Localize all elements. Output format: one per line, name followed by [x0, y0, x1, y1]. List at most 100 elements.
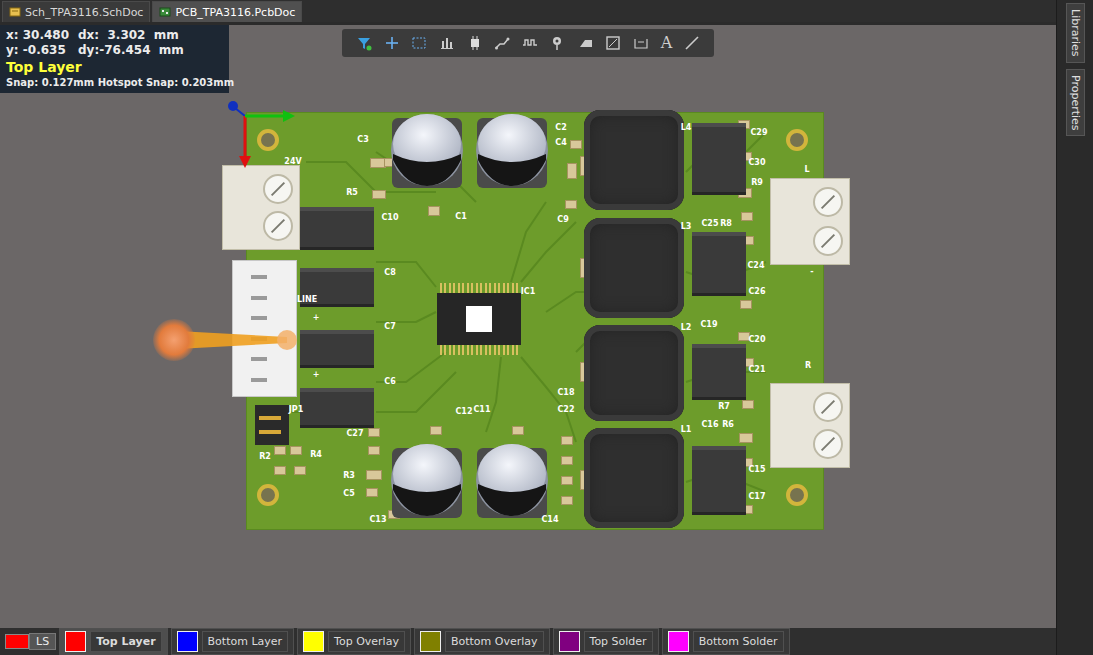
- pcb-board[interactable]: C3R5C10C1C2C4C9L4C29C30R9R8C25L3C24C26C8…: [246, 112, 824, 530]
- smd-capacitor[interactable]: [692, 232, 746, 296]
- smd-component[interactable]: [366, 488, 378, 497]
- header-pin: [251, 296, 267, 300]
- smd-component[interactable]: [738, 332, 750, 341]
- keepout-icon[interactable]: [605, 35, 621, 51]
- screw-terminal[interactable]: [770, 383, 850, 468]
- ic-chip[interactable]: [437, 283, 521, 355]
- layer-tab[interactable]: Bottom Overlay: [414, 628, 550, 655]
- designator-label: R7: [718, 403, 730, 411]
- active-bar-toolbar: A: [342, 29, 714, 57]
- inductor[interactable]: [584, 325, 684, 421]
- line-icon[interactable]: [684, 35, 700, 51]
- layer-tab[interactable]: Bottom Layer: [171, 628, 295, 655]
- electrolytic-capacitor[interactable]: [473, 110, 551, 190]
- layer-tab[interactable]: LS: [5, 633, 56, 650]
- smd-component[interactable]: [742, 400, 754, 409]
- tune-length-icon[interactable]: [522, 35, 538, 51]
- fill-region-icon[interactable]: [578, 35, 594, 51]
- designator-label: C13: [369, 516, 386, 524]
- layer-color-swatch: [177, 631, 198, 652]
- smd-component[interactable]: [561, 476, 573, 485]
- ic-pin-row: [437, 345, 521, 355]
- layer-tab[interactable]: Top Layer: [59, 628, 167, 655]
- hud-snap: Snap: 0.127mm Hotspot Snap: 0.203mm: [6, 76, 223, 89]
- document-tab[interactable]: PCB_TPA3116.PcbDoc: [152, 1, 302, 22]
- screw-icon: [263, 174, 293, 204]
- align-icon[interactable]: [439, 35, 455, 51]
- designator-label: C26: [748, 288, 765, 296]
- smd-component[interactable]: [567, 163, 577, 179]
- dimension-icon[interactable]: [633, 35, 649, 51]
- designator-label: L2: [681, 324, 692, 332]
- designator-label: R8: [720, 220, 732, 228]
- layer-color-swatch: [668, 631, 689, 652]
- smd-component[interactable]: [741, 212, 753, 221]
- main-column: Sch_TPA3116.SchDocPCB_TPA3116.PcbDocC3R5…: [0, 0, 1056, 655]
- string-tool[interactable]: A: [661, 35, 673, 51]
- document-tab[interactable]: Sch_TPA3116.SchDoc: [2, 1, 150, 22]
- panel-tab[interactable]: Properties: [1066, 69, 1085, 137]
- inductor[interactable]: [584, 218, 684, 318]
- hud-layer: Top Layer: [6, 58, 223, 76]
- pcb-canvas[interactable]: C3R5C10C1C2C4C9L4C29C30R9R8C25L3C24C26C8…: [0, 25, 1056, 628]
- smd-component[interactable]: [561, 436, 573, 445]
- electrolytic-capacitor[interactable]: [388, 110, 466, 190]
- designator-label: C27: [346, 430, 363, 438]
- layer-color-swatch: [420, 631, 441, 652]
- smd-component[interactable]: [368, 446, 380, 455]
- designator-label: R4: [310, 451, 322, 459]
- designator-label: C20: [748, 336, 765, 344]
- smd-capacitor[interactable]: [692, 123, 746, 195]
- smd-component[interactable]: [512, 426, 524, 435]
- smd-component[interactable]: [561, 496, 573, 505]
- designator-label: +: [313, 371, 320, 379]
- designator-label: R: [805, 362, 811, 370]
- smd-capacitor[interactable]: [300, 207, 374, 250]
- inductor[interactable]: [584, 428, 684, 528]
- smd-capacitor[interactable]: [692, 446, 746, 515]
- screw-terminal[interactable]: [222, 165, 300, 250]
- smd-component[interactable]: [368, 428, 380, 437]
- layer-tab[interactable]: Bottom Solder: [662, 628, 790, 655]
- smd-capacitor[interactable]: [692, 344, 746, 400]
- electrolytic-capacitor[interactable]: [388, 440, 466, 520]
- designator-label: C2: [555, 124, 566, 132]
- panel-tab[interactable]: Libraries: [1066, 3, 1085, 63]
- screw-terminal[interactable]: [770, 178, 850, 265]
- origin-axes-icon: [225, 98, 305, 178]
- designator-label: JP1: [289, 406, 303, 414]
- layer-tab[interactable]: Top Overlay: [297, 628, 411, 655]
- smd-component[interactable]: [570, 140, 582, 149]
- smd-component[interactable]: [290, 446, 302, 455]
- route-icon[interactable]: [494, 35, 510, 51]
- inductor[interactable]: [584, 110, 684, 210]
- via-icon[interactable]: [550, 35, 566, 51]
- smd-component[interactable]: [372, 190, 386, 199]
- smd-component[interactable]: [366, 470, 382, 480]
- smd-component[interactable]: [274, 466, 286, 475]
- smd-capacitor[interactable]: [300, 330, 374, 368]
- select-rectangle-icon[interactable]: [411, 35, 427, 51]
- designator-label: C7: [384, 323, 395, 331]
- filter-icon[interactable]: [356, 35, 372, 51]
- screw-icon: [813, 392, 843, 422]
- input-header-connector[interactable]: [232, 260, 297, 397]
- smd-component[interactable]: [430, 426, 442, 435]
- smd-component[interactable]: [428, 206, 440, 216]
- jumper-header[interactable]: [255, 405, 289, 445]
- smd-component[interactable]: [294, 466, 306, 475]
- layer-tab[interactable]: Top Solder: [553, 628, 659, 655]
- smd-capacitor[interactable]: [300, 388, 374, 428]
- layer-color-swatch: [559, 631, 580, 652]
- smd-component[interactable]: [565, 200, 577, 209]
- smd-component[interactable]: [739, 433, 753, 443]
- crosshair-icon[interactable]: [384, 35, 400, 51]
- capacitor-body-icon: [473, 440, 551, 520]
- smd-component[interactable]: [274, 446, 286, 455]
- smd-component[interactable]: [561, 456, 573, 465]
- smd-component[interactable]: [740, 300, 752, 309]
- designator-label: C11: [473, 406, 490, 414]
- electrolytic-capacitor[interactable]: [473, 440, 551, 520]
- designator-label: C24: [747, 262, 764, 270]
- component-icon[interactable]: [467, 35, 483, 51]
